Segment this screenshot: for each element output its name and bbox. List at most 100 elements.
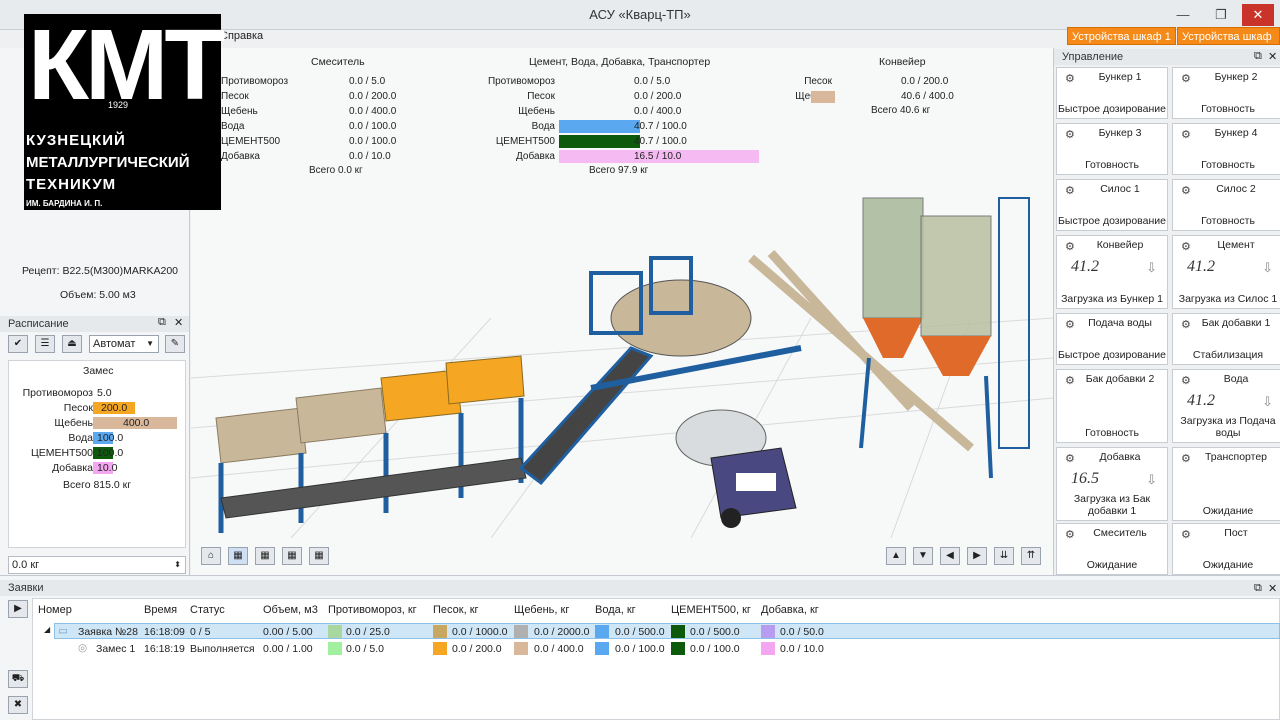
- view-1-button[interactable]: ▦: [228, 547, 248, 565]
- eject-icon[interactable]: ⏏: [62, 335, 82, 353]
- device-card[interactable]: ⚙ Бак добавки 2 Готовность: [1056, 369, 1168, 443]
- column-header[interactable]: ЦЕМЕНТ500, кг: [671, 604, 751, 616]
- gear-icon[interactable]: ⚙: [1065, 240, 1075, 253]
- dosing-fill-bar: [559, 120, 640, 133]
- brush-icon[interactable]: ✎: [165, 335, 185, 353]
- order-cell: 0.0 / 100.0: [615, 643, 665, 655]
- column-header[interactable]: Номер: [38, 604, 72, 616]
- restore-icon[interactable]: ❐: [1206, 4, 1236, 26]
- device-card[interactable]: ⚙ Цемент 41.2 ⇩ Загрузка из Силос 1: [1172, 235, 1280, 309]
- play-icon[interactable]: ▶: [8, 600, 28, 618]
- panel-close-icon[interactable]: ✕: [1268, 50, 1277, 63]
- close-icon[interactable]: ✕: [1242, 4, 1274, 26]
- column-header[interactable]: Щебень, кг: [514, 604, 569, 616]
- device-card[interactable]: ⚙ Бункер 3 Готовность: [1056, 123, 1168, 175]
- dosing-item-value: 40.7 / 100.0: [634, 136, 687, 147]
- stepper-icon[interactable]: ⬍: [174, 557, 181, 573]
- gear-icon[interactable]: ⚙: [1065, 318, 1075, 331]
- view-2-button[interactable]: ▦: [255, 547, 275, 565]
- gear-icon[interactable]: ⚙: [1181, 72, 1191, 85]
- color-swatch: [595, 625, 609, 638]
- column-header[interactable]: Объем, м3: [263, 604, 318, 616]
- order-cell: 0.0 / 100.0: [690, 643, 740, 655]
- weight-input[interactable]: 0.0 кг ⬍: [8, 556, 186, 574]
- device-card[interactable]: ⚙ Транспортер Ожидание: [1172, 447, 1280, 521]
- color-swatch: [514, 625, 528, 638]
- order-number[interactable]: Замес 1: [96, 643, 135, 655]
- gear-icon[interactable]: ⚙: [1181, 452, 1191, 465]
- gear-icon[interactable]: ⚙: [1065, 72, 1075, 85]
- panel-close-icon[interactable]: ✕: [174, 316, 183, 329]
- panel-close-icon[interactable]: ✕: [1268, 582, 1277, 595]
- device-card[interactable]: ⚙ Силос 2 Готовность: [1172, 179, 1280, 231]
- device-status: Загрузка из Силос 1: [1178, 293, 1278, 305]
- dock-icon[interactable]: ⧉: [1254, 50, 1262, 63]
- device-card[interactable]: ⚙ Бункер 4 Готовность: [1172, 123, 1280, 175]
- order-row-selected[interactable]: [54, 623, 1280, 639]
- view-3-button[interactable]: ▦: [282, 547, 302, 565]
- gear-icon[interactable]: ⚙: [1181, 528, 1191, 541]
- minimize-icon[interactable]: —: [1168, 4, 1198, 26]
- device-card[interactable]: ⚙ Бункер 2 Готовность: [1172, 67, 1280, 119]
- arrow-right-icon[interactable]: ▶: [967, 547, 987, 565]
- weight-value: 0.0 кг: [12, 559, 40, 571]
- device-status: Готовность: [1085, 427, 1139, 439]
- gear-icon[interactable]: ⚙: [1181, 374, 1191, 387]
- device-status: Готовность: [1201, 159, 1255, 171]
- truck-icon[interactable]: ⛟: [8, 670, 28, 688]
- home-view-button[interactable]: ⌂: [201, 547, 221, 565]
- arrow-left-icon[interactable]: ◀: [940, 547, 960, 565]
- order-number[interactable]: Заявка №28: [78, 626, 138, 638]
- order-cell: 0.0 / 500.0: [615, 626, 665, 638]
- device-name: Добавка: [1099, 451, 1141, 463]
- dock-icon[interactable]: ⧉: [1254, 582, 1262, 595]
- device-card[interactable]: ⚙ Конвейер 41.2 ⇩ Загрузка из Бункер 1: [1056, 235, 1168, 309]
- device-card[interactable]: ⚙ Бункер 1 Быстрое дозирование: [1056, 67, 1168, 119]
- device-card[interactable]: ⚙ Добавка 16.5 ⇩ Загрузка из Бак добавки 1: [1056, 447, 1168, 521]
- menu-help[interactable]: Справка: [220, 30, 263, 42]
- mode-select[interactable]: Автомат ▼: [89, 335, 159, 353]
- column-header[interactable]: Песок, кг: [433, 604, 479, 616]
- arrow-down-icon[interactable]: ▼: [913, 547, 933, 565]
- gear-icon[interactable]: ⚙: [1065, 452, 1075, 465]
- device-card[interactable]: ⚙ Смеситель Ожидание: [1056, 523, 1168, 575]
- gear-icon[interactable]: ⚙: [1181, 184, 1191, 197]
- arrow-up-icon[interactable]: ▲: [886, 547, 906, 565]
- column-header[interactable]: Добавка, кг: [761, 604, 819, 616]
- gear-icon[interactable]: ⚙: [1065, 528, 1075, 541]
- view-4-button[interactable]: ▦: [309, 547, 329, 565]
- device-card[interactable]: ⚙ Вода 41.2 ⇩ Загрузка из Подача воды: [1172, 369, 1280, 443]
- tab-devices-cabinet-2[interactable]: Устройства шкаф 2: [1177, 27, 1280, 61]
- gear-icon[interactable]: ⚙: [1065, 128, 1075, 141]
- order-cell: 0.0 / 5.0: [346, 643, 384, 655]
- conveyor-swatch: [811, 91, 835, 103]
- zoom-out-icon[interactable]: ⇈: [1021, 547, 1041, 565]
- delete-icon[interactable]: ✖: [8, 696, 28, 714]
- gear-icon[interactable]: ⚙: [1065, 374, 1075, 387]
- device-card[interactable]: ⚙ Бак добавки 1 Стабилизация: [1172, 313, 1280, 365]
- dosing-total: Всего 97.9 кг: [589, 165, 649, 176]
- bunker-group: [215, 355, 527, 533]
- list-icon[interactable]: ☰: [35, 335, 55, 353]
- device-card[interactable]: ⚙ Силос 1 Быстрое дозирование: [1056, 179, 1168, 231]
- device-card[interactable]: ⚙ Пост Ожидание: [1172, 523, 1280, 575]
- gear-icon[interactable]: ⚙: [1181, 128, 1191, 141]
- dosing-item-value: 16.5 / 10.0: [634, 151, 682, 162]
- device-name: Подача воды: [1088, 317, 1152, 329]
- gear-icon[interactable]: ⚙: [1065, 184, 1075, 197]
- column-header[interactable]: Статус: [190, 604, 225, 616]
- dock-icon[interactable]: ⧉: [158, 316, 166, 329]
- gear-icon[interactable]: ⚙: [1181, 318, 1191, 331]
- tab-devices-cabinet-1[interactable]: Устройства шкаф 1: [1067, 27, 1176, 45]
- gear-icon[interactable]: ⚙: [1181, 240, 1191, 253]
- column-header[interactable]: Противомороз, кг: [328, 604, 417, 616]
- column-header[interactable]: Вода, кг: [595, 604, 636, 616]
- volume-label: Объем: 5.00 м3: [60, 289, 136, 301]
- dosing-item-name: ЦЕМЕНТ500: [495, 136, 555, 147]
- expand-icon[interactable]: ◢: [44, 625, 50, 634]
- column-header[interactable]: Время: [144, 604, 177, 616]
- device-card[interactable]: ⚙ Подача воды Быстрое дозирование: [1056, 313, 1168, 365]
- check-icon[interactable]: ✔: [8, 335, 28, 353]
- zoom-in-icon[interactable]: ⇊: [994, 547, 1014, 565]
- mixer-total: Всего 0.0 кг: [309, 165, 363, 176]
